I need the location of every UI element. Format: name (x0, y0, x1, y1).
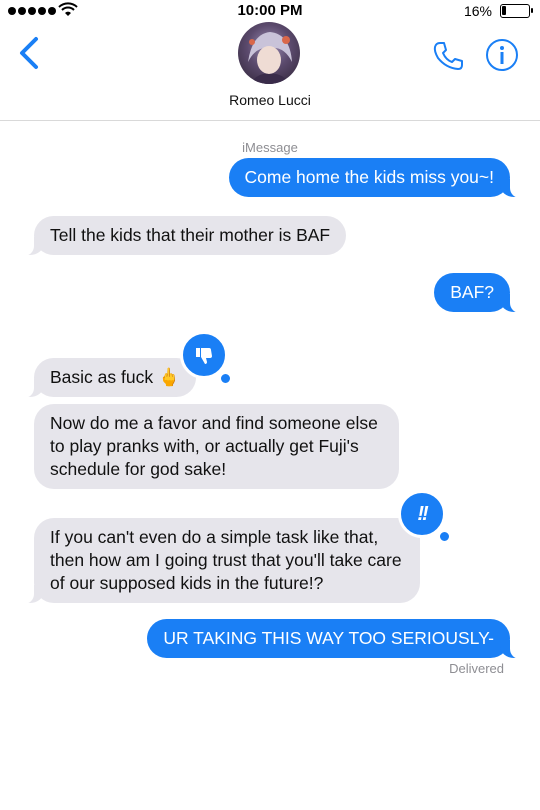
info-icon[interactable] (485, 38, 519, 72)
conversation-header: Romeo Lucci (0, 22, 540, 121)
message-bubble-outgoing[interactable]: Come home the kids miss you~! (228, 158, 523, 198)
exclamation-icon[interactable]: !! (398, 490, 446, 538)
message-text: Tell the kids that their mother is BAF (50, 225, 331, 245)
battery-percentage: 16% (463, 3, 492, 19)
chevron-left-icon[interactable] (18, 36, 40, 70)
status-bar: 10:00 PM 16% (0, 0, 540, 22)
avatar-portrait (248, 32, 292, 84)
tapback-tail (219, 372, 232, 385)
battery-icon (500, 4, 533, 18)
delivery-status: Delivered (449, 661, 504, 676)
message-bubble-incoming[interactable]: Tell the kids that their mother is BAF (21, 216, 347, 256)
phone-icon[interactable] (432, 40, 464, 72)
message-bubble-incoming[interactable]: If you can't even do a simple task like … (22, 518, 420, 604)
avatar[interactable] (238, 22, 300, 84)
message-bubble-outgoing[interactable]: BAF? (434, 273, 522, 313)
message-text: BAF? (450, 282, 494, 302)
message-text: Now do me a favor and find someone else … (50, 413, 378, 479)
message-bubble-incoming[interactable]: Now do me a favor and find someone else … (34, 404, 399, 489)
contact-name[interactable]: Romeo Lucci (0, 92, 540, 108)
tapback-tail (438, 530, 451, 543)
service-label: iMessage (242, 140, 298, 155)
message-text: Come home the kids miss you~! (244, 167, 494, 187)
message-text: If you can't even do a simple task like … (50, 527, 402, 593)
message-text: Basic as fuck 🖕 (50, 367, 180, 387)
thumbs-down-icon[interactable] (180, 331, 228, 379)
status-time: 10:00 PM (237, 2, 303, 19)
message-text: UR TAKING THIS WAY TOO SERIOUSLY- (163, 628, 494, 648)
message-bubble-outgoing[interactable]: UR TAKING THIS WAY TOO SERIOUSLY- (147, 619, 522, 659)
message-bubble-incoming[interactable]: Basic as fuck 🖕 (22, 358, 196, 398)
tapback-emphasis: !! (417, 502, 428, 525)
